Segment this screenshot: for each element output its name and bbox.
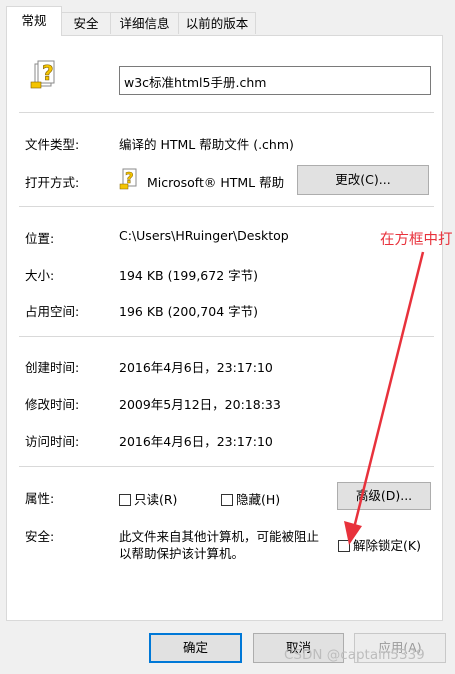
tab-details[interactable]: 详细信息 (110, 12, 179, 34)
disk-size-value: 196 KB (200,704 字节) (119, 304, 258, 319)
open-with-value: Microsoft® HTML 帮助 (147, 175, 285, 190)
tab-security-label: 安全 (73, 16, 99, 31)
tab-general[interactable]: 常规 (6, 6, 62, 36)
file-name-input[interactable]: w3c标准html5手册.chm (119, 66, 431, 95)
created-label: 创建时间: (25, 360, 80, 375)
ok-button[interactable]: 确定 (149, 633, 242, 663)
tab-security[interactable]: 安全 (61, 12, 111, 34)
size-label: 大小: (25, 268, 55, 283)
tab-general-label: 常规 (21, 13, 47, 28)
open-with-label: 打开方式: (25, 175, 80, 190)
separator-1 (19, 112, 434, 113)
hidden-checkbox-label: 隐藏(H) (236, 492, 281, 507)
readonly-checkbox-label: 只读(R) (134, 492, 178, 507)
location-label: 位置: (25, 231, 55, 246)
disk-size-label: 占用空间: (25, 304, 80, 319)
created-value: 2016年4月6日，23:17:10 (119, 360, 273, 375)
security-label: 安全: (25, 529, 55, 544)
hidden-checkbox[interactable]: 隐藏(H) (221, 489, 280, 508)
file-type-label: 文件类型: (25, 137, 80, 152)
modified-label: 修改时间: (25, 397, 80, 412)
size-value: 194 KB (199,672 字节) (119, 268, 258, 283)
tab-details-label: 详细信息 (119, 16, 170, 31)
accessed-label: 访问时间: (25, 434, 80, 449)
security-text-line-2: 以帮助保护该计算机。 (119, 546, 245, 561)
location-value: C:\Users\HRuinger\Desktop (119, 228, 289, 243)
accessed-value: 2016年4月6日，23:17:10 (119, 434, 273, 449)
separator-2 (19, 206, 434, 207)
svg-text:?: ? (42, 61, 54, 85)
help-app-icon: ? (119, 166, 141, 192)
tab-strip: 常规 安全 详细信息 以前的版本 (0, 0, 455, 36)
readonly-checkbox[interactable]: 只读(R) (119, 489, 177, 508)
tab-previous-versions-label: 以前的版本 (185, 16, 249, 31)
watermark: CSDN @captain5339 (284, 647, 425, 663)
help-file-icon: ? (29, 58, 59, 92)
tab-previous-versions[interactable]: 以前的版本 (178, 12, 256, 34)
modified-value: 2009年5月12日，20:18:33 (119, 397, 281, 412)
hidden-checkbox-box[interactable] (221, 494, 233, 506)
readonly-checkbox-box[interactable] (119, 494, 131, 506)
file-type-value: 编译的 HTML 帮助文件 (.chm) (119, 137, 294, 152)
annotation-arrow (344, 251, 425, 545)
change-button[interactable]: 更改(C)... (297, 165, 429, 195)
file-name-value: w3c标准html5手册.chm (124, 75, 267, 90)
attributes-label: 属性: (25, 491, 55, 506)
